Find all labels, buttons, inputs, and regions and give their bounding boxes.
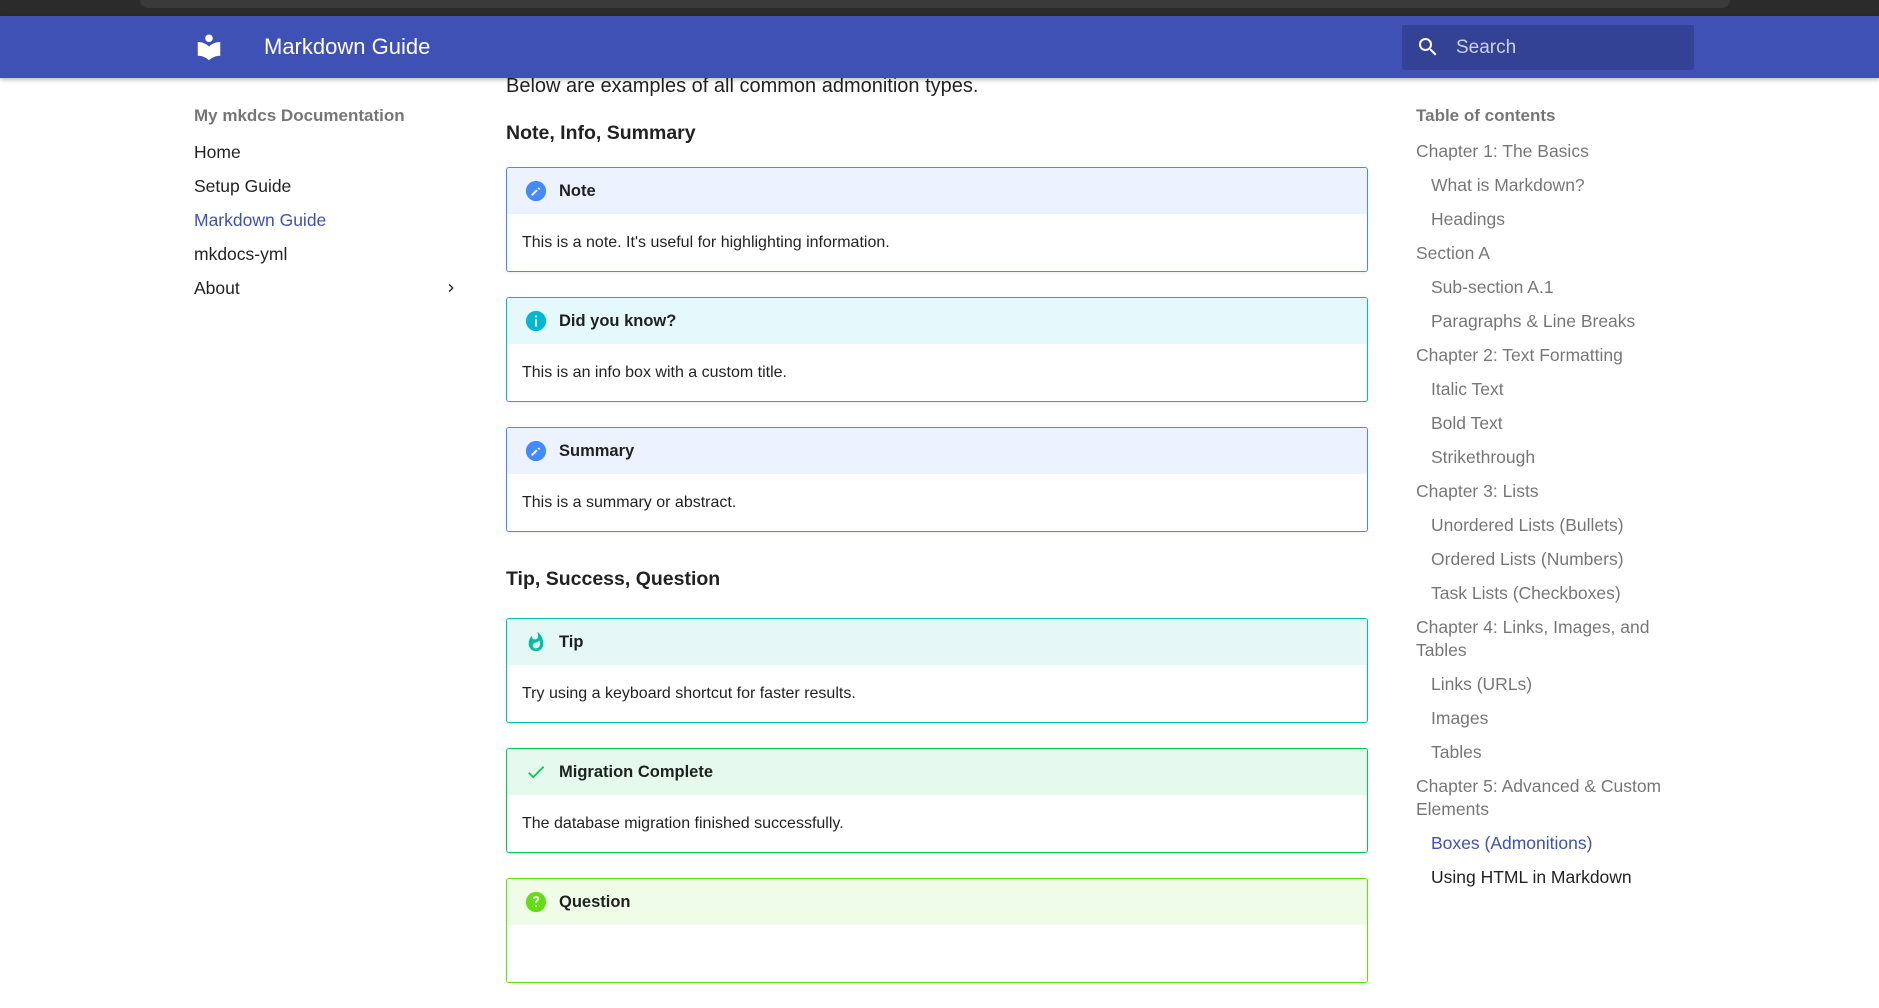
toc-item[interactable]: Chapter 1: The Basics [1416,134,1686,168]
admonition-body: This is a summary or abstract. [522,494,737,511]
browser-chrome [0,0,1879,16]
admonition-success: Migration Complete The database migratio… [506,748,1368,853]
toc-item[interactable]: Bold Text [1416,406,1686,440]
pencil-icon [525,180,547,202]
toc-item[interactable]: Using HTML in Markdown [1416,860,1686,894]
section-heading-note-info-summary: Note, Info, Summary [506,122,696,144]
site-header: Markdown Guide [0,16,1879,78]
toc-item[interactable]: Ordered Lists (Numbers) [1416,542,1686,576]
primary-navigation: My mkdcs Documentation Home Setup Guide … [194,106,459,305]
toc-item[interactable]: Headings [1416,202,1686,236]
admonition-title-text: Note [559,181,596,200]
admonition-question: Question [506,878,1368,983]
toc-item[interactable]: Tables [1416,735,1686,769]
question-icon [525,891,547,913]
admonition-info: Did you know? This is an info box with a… [506,297,1368,402]
book-logo-icon[interactable] [194,32,224,62]
nav-heading: My mkdcs Documentation [194,106,405,125]
toc-item[interactable]: Links (URLs) [1416,667,1686,701]
admonition-title-text: Migration Complete [559,762,714,781]
toc-item[interactable]: Chapter 3: Lists [1416,474,1686,508]
site-title[interactable]: Markdown Guide [264,34,430,60]
toc-list: Chapter 1: The Basics What is Markdown? He… [1416,134,1686,894]
toc-item[interactable]: Paragraphs & Line Breaks [1416,304,1686,338]
search-icon[interactable] [1416,35,1440,59]
nav-item-about-label: About [194,278,240,298]
admonition-title: Question [507,879,1367,925]
toc-item[interactable]: Boxes (Admonitions) [1416,826,1686,860]
toc-item[interactable]: Task Lists (Checkboxes) [1416,576,1686,610]
info-icon [525,310,547,332]
admonition-title: Tip [507,619,1367,665]
admonition-tip: Tip Try using a keyboard shortcut for fa… [506,618,1368,723]
search-input[interactable] [1456,25,1686,70]
toc-item[interactable]: Strikethrough [1416,440,1686,474]
toc-item[interactable]: Chapter 5: Advanced & Custom Elements [1416,769,1686,826]
admonition-title: Note [507,168,1367,214]
toc-item[interactable]: Chapter 2: Text Formatting [1416,338,1686,372]
section-heading-tip-success-question: Tip, Success, Question [506,568,721,590]
toc-item[interactable]: Chapter 4: Links, Images, and Tables [1416,610,1686,667]
toc-item[interactable]: Sub-section A.1 [1416,270,1686,304]
toc-item[interactable]: Italic Text [1416,372,1686,406]
toc-item[interactable]: Unordered Lists (Bullets) [1416,508,1686,542]
nav-item-setup-guide[interactable]: Setup Guide [194,169,459,203]
main-content: Below are examples of all common admonit… [506,66,1368,1008]
admonition-summary: Summary This is a summary or abstract. [506,427,1368,532]
nav-item-about[interactable]: About [194,271,459,305]
toc-item[interactable]: Images [1416,701,1686,735]
admonition-title-text: Did you know? [559,311,677,330]
check-icon [528,766,545,779]
admonition-body: Try using a keyboard shortcut for faster… [522,685,856,702]
admonition-title: Did you know? [507,298,1367,344]
browser-tab-strip [140,0,1730,8]
admonition-title-text: Summary [559,441,635,460]
chevron-right-icon[interactable] [443,280,459,296]
nav-item-mkdocs-yml[interactable]: mkdocs-yml [194,237,459,271]
toc-item[interactable]: What is Markdown? [1416,168,1686,202]
flame-icon [528,631,544,652]
nav-item-markdown-guide[interactable]: Markdown Guide [194,203,459,237]
table-of-contents: Table of contents Chapter 1: The Basics W… [1416,106,1686,894]
admonition-note: Note This is a note. It's useful for hig… [506,167,1368,272]
toc-item[interactable]: Section A [1416,236,1686,270]
admonition-body: The database migration finished successf… [522,815,844,832]
admonition-body: This is a note. It's useful for highligh… [522,234,890,251]
admonition-title-text: Question [559,892,631,911]
admonition-title: Migration Complete [507,749,1367,795]
admonition-title-text: Tip [559,632,584,651]
search-box[interactable] [1402,25,1694,70]
nav-item-home[interactable]: Home [194,135,459,169]
toc-heading: Table of contents [1416,106,1556,125]
admonition-title: Summary [507,428,1367,474]
admonition-body: This is an info box with a custom title. [522,364,787,381]
pencil-icon [525,440,547,462]
